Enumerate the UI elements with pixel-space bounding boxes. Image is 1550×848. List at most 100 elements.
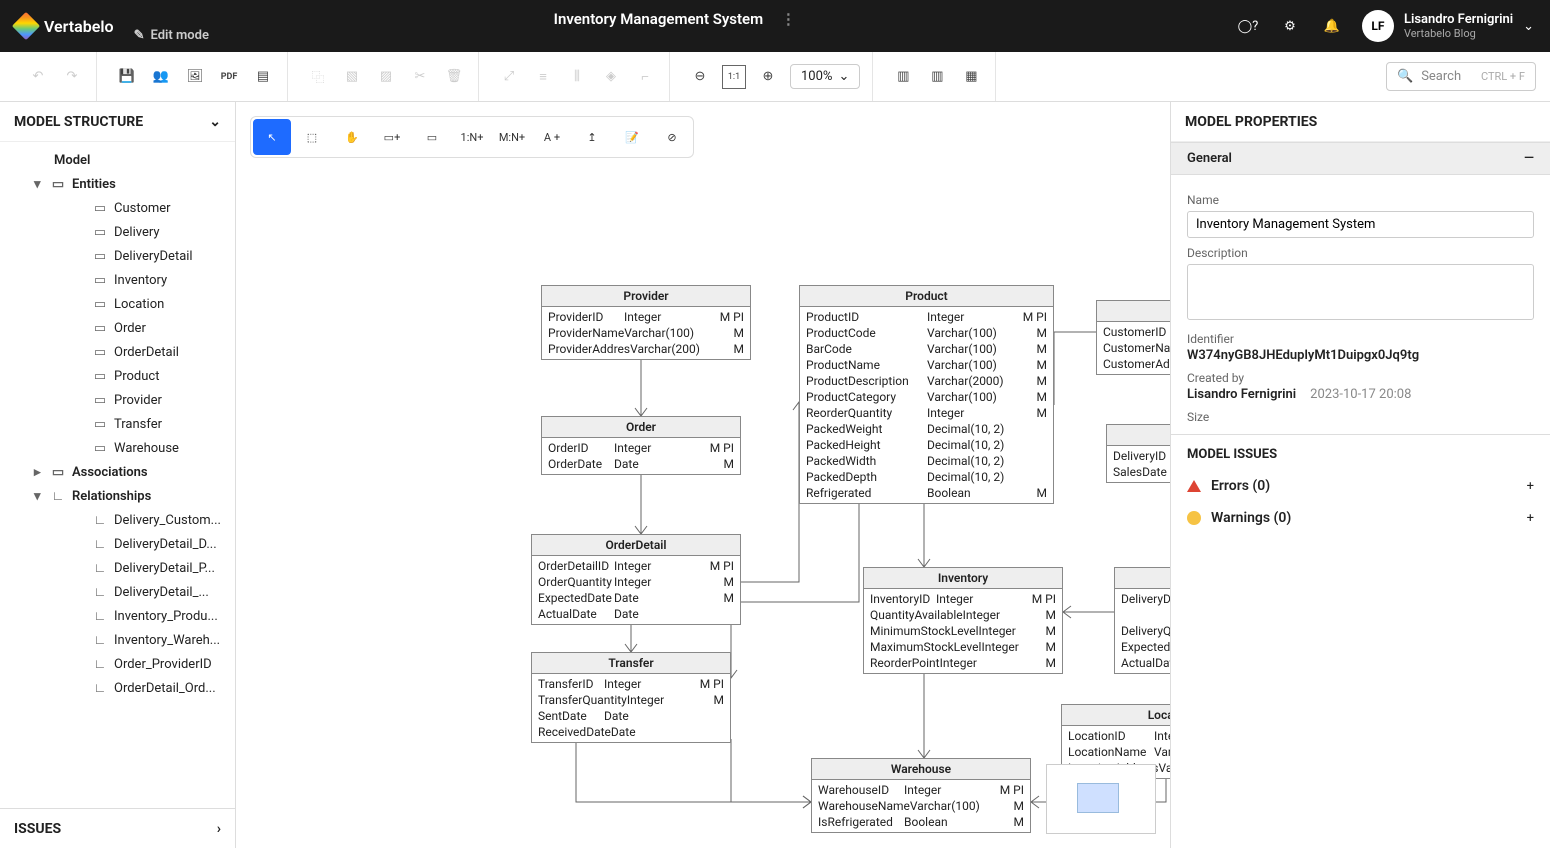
entity-column: BarCodeVarchar(100)M <box>800 341 1053 357</box>
tree-item[interactable]: ▭Transfer <box>0 412 235 436</box>
pan-tool[interactable]: ✋ <box>333 119 371 155</box>
issues-panel-toggle[interactable]: ISSUES › <box>0 808 235 848</box>
entity-column: DeliveryQuantityIntegerM <box>1115 623 1170 639</box>
table-icon: ▭ <box>92 368 108 384</box>
tree-item[interactable]: ∟Delivery_Custom... <box>0 508 235 532</box>
entity-header: Delivery <box>1107 425 1170 446</box>
tree-item[interactable]: ∟OrderDetail_Ord... <box>0 676 235 700</box>
user-menu[interactable]: LF Lisandro Fernigrini Vertabelo Blog ⌄ <box>1362 10 1534 42</box>
entity-orderdetail[interactable]: OrderDetailOrderDetailIDIntegerM PIOrder… <box>531 534 741 625</box>
tree-item[interactable]: ▭Location <box>0 292 235 316</box>
rel-1n-tool[interactable]: 1:N+ <box>453 119 491 155</box>
tree-item[interactable]: ∟DeliveryDetail_P... <box>0 556 235 580</box>
note-tool[interactable]: 📝 <box>613 119 651 155</box>
tree-item[interactable]: ∟DeliveryDetail_D... <box>0 532 235 556</box>
gear-icon[interactable]: ⚙ <box>1278 14 1302 38</box>
align-v-icon[interactable]: ⫼ <box>565 65 589 89</box>
entity-column: OrderQuantityIntegerM <box>532 574 740 590</box>
entity-warehouse[interactable]: WarehouseWarehouseIDIntegerM PIWarehouse… <box>811 758 1031 833</box>
model-name-input[interactable] <box>1187 211 1534 238</box>
route-icon[interactable]: ⌐ <box>633 65 657 89</box>
new-table-tool[interactable]: ▭+ <box>373 119 411 155</box>
canvas[interactable]: ProviderProviderIDIntegerM PIProviderNam… <box>236 102 1170 848</box>
rel-a-tool[interactable]: A + <box>533 119 571 155</box>
minimap-toggle-icon[interactable]: ▦ <box>959 65 983 89</box>
tree-item[interactable]: ∟Inventory_Produ... <box>0 604 235 628</box>
errors-row[interactable]: Errors (0) + <box>1187 470 1534 502</box>
zoom-out-icon[interactable]: ⊖ <box>688 65 712 89</box>
undo-icon[interactable]: ↶ <box>26 65 50 89</box>
zoom-fit-icon[interactable]: 1:1 <box>722 65 746 89</box>
tree-item[interactable]: ∟Order_ProviderID <box>0 652 235 676</box>
area-tool[interactable]: ⊘ <box>653 119 691 155</box>
duplicate-icon[interactable]: ▨ <box>374 65 398 89</box>
cut-icon[interactable]: ✂ <box>408 65 432 89</box>
resize-icon[interactable]: ⤢ <box>497 65 521 89</box>
chevron-down-icon: ⌄ <box>1523 19 1534 34</box>
panel-left-icon[interactable]: ▥ <box>891 65 915 89</box>
tree-item[interactable]: ▭Product <box>0 364 235 388</box>
entity-column: SalesDateIntegerM <box>1107 464 1170 480</box>
entity-deliverydetail[interactable]: DeliveryDetailDeliveryDetailIDIntegerM P… <box>1114 567 1170 674</box>
trash-icon[interactable]: 🗑 <box>442 65 466 89</box>
tree-item[interactable]: ∟Inventory_Wareh... <box>0 628 235 652</box>
search-icon: 🔍 <box>1397 69 1413 84</box>
redo-icon[interactable]: ↷ <box>60 65 84 89</box>
shortcut-tool[interactable]: ↥ <box>573 119 611 155</box>
save-icon[interactable]: 💾 <box>115 65 139 89</box>
tree-item[interactable]: ▭Inventory <box>0 268 235 292</box>
tree-item[interactable]: ▭Order <box>0 316 235 340</box>
tree-group-associations[interactable]: ▸▭Associations <box>0 460 235 484</box>
tree-item[interactable]: ▭DeliveryDetail <box>0 244 235 268</box>
rel-mn-tool[interactable]: M:N+ <box>493 119 531 155</box>
edit-mode-indicator[interactable]: ✎ Edit mode <box>134 28 1236 43</box>
entity-column: PackedHeightDecimal(10, 2) <box>800 437 1053 453</box>
new-view-tool[interactable]: ▭ <box>413 119 451 155</box>
zoom-in-icon[interactable]: ⊕ <box>756 65 780 89</box>
zoom-select[interactable]: 100%⌄ <box>790 64 860 89</box>
entity-column: LocationNameVarchar(100)M <box>1062 744 1170 760</box>
model-structure-header[interactable]: MODEL STRUCTURE ⌄ <box>0 102 235 142</box>
align-h-icon[interactable]: ≡ <box>531 65 555 89</box>
panel-right-icon[interactable]: ▥ <box>925 65 949 89</box>
share-icon[interactable]: 👥 <box>149 65 173 89</box>
entity-column: ReorderPointIntegerM <box>864 655 1062 671</box>
entity-customer[interactable]: CustomerCustomerIDIntegerM PICustomerNam… <box>1096 300 1170 375</box>
help-icon[interactable]: ◯? <box>1236 14 1260 38</box>
search-input[interactable]: 🔍 Search CTRL + F <box>1386 62 1536 91</box>
pdf-icon[interactable]: PDF <box>217 65 241 89</box>
tree-group-entities[interactable]: ▾▭Entities <box>0 172 235 196</box>
layers-icon[interactable]: ◈ <box>599 65 623 89</box>
warnings-row[interactable]: Warnings (0) + <box>1187 502 1534 534</box>
size-label: Size <box>1187 410 1534 424</box>
copy-icon[interactable]: ⿻ <box>306 65 330 89</box>
tree-item[interactable]: ▭Delivery <box>0 220 235 244</box>
description-input[interactable] <box>1187 264 1534 320</box>
tree-item[interactable]: ▭OrderDetail <box>0 340 235 364</box>
sql-icon[interactable]: ▤ <box>251 65 275 89</box>
table-icon: ▭ <box>92 272 108 288</box>
entity-inventory[interactable]: InventoryInventoryIDIntegerM PIQuantityA… <box>863 567 1063 674</box>
entity-column: SentDateDate <box>532 708 730 724</box>
entity-product[interactable]: ProductProductIDIntegerM PIProductCodeVa… <box>799 285 1054 504</box>
tree-root[interactable]: Model <box>0 148 235 172</box>
entity-transfer[interactable]: TransferTransferIDIntegerM PITransferQua… <box>531 652 731 743</box>
entity-delivery[interactable]: DeliveryDeliveryIDIntegerM PISalesDateIn… <box>1106 424 1170 483</box>
tree-item[interactable]: ▭Provider <box>0 388 235 412</box>
entity-order[interactable]: OrderOrderIDIntegerM PIOrderDateDateM <box>541 416 741 475</box>
model-properties-header: MODEL PROPERTIES <box>1171 102 1550 142</box>
entity-column: OrderDetailIDIntegerM PI <box>532 558 740 574</box>
general-section[interactable]: General— <box>1171 142 1550 175</box>
tree-item[interactable]: ▭Customer <box>0 196 235 220</box>
select-tool[interactable]: ↖ <box>253 119 291 155</box>
paste-icon[interactable]: ▧ <box>340 65 364 89</box>
image-icon[interactable]: 🖼 <box>183 65 207 89</box>
marquee-tool[interactable]: ⬚ <box>293 119 331 155</box>
tree-item[interactable]: ▭Warehouse <box>0 436 235 460</box>
tree-group-relationships[interactable]: ▾∟Relationships <box>0 484 235 508</box>
entity-provider[interactable]: ProviderProviderIDIntegerM PIProviderNam… <box>541 285 751 360</box>
bell-icon[interactable]: 🔔 <box>1320 14 1344 38</box>
minimap[interactable] <box>1046 764 1156 834</box>
logo[interactable]: Vertabelo <box>16 16 114 36</box>
tree-item[interactable]: ∟DeliveryDetail_... <box>0 580 235 604</box>
